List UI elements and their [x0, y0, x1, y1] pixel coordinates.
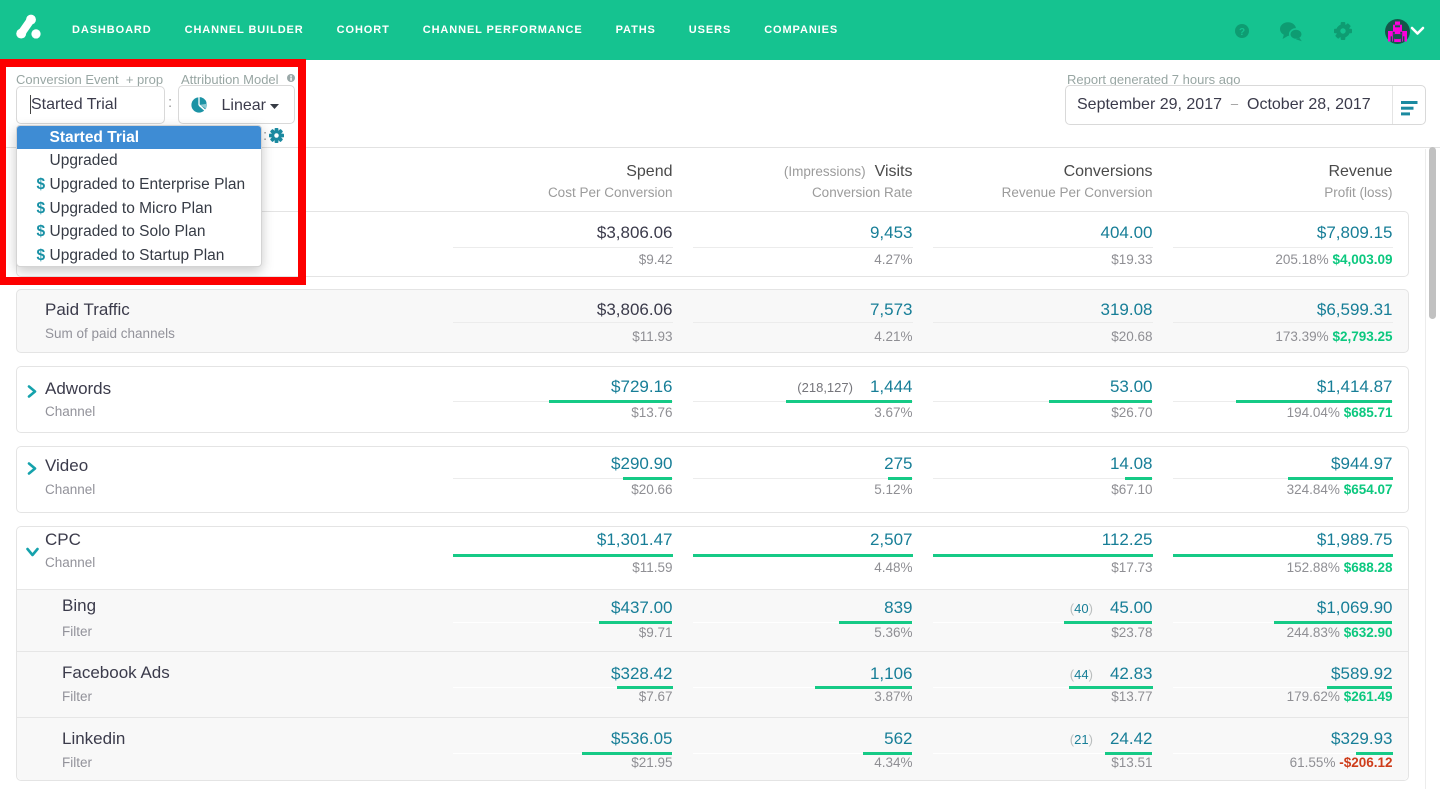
- svg-text:?: ?: [1239, 27, 1245, 38]
